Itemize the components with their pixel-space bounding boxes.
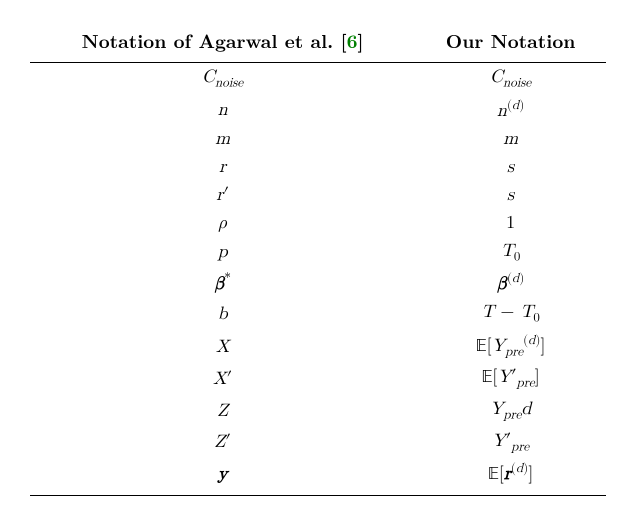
cite-close: ]	[358, 26, 364, 54]
cell-left: X′	[30, 363, 415, 395]
cell-right: T0	[415, 237, 606, 269]
table-row: β*β(d)	[30, 268, 606, 298]
cell-left: ρ	[30, 209, 415, 237]
cell-left: n	[30, 95, 415, 125]
table-row: ρ1	[30, 209, 606, 237]
cell-left: y	[30, 458, 415, 496]
table-row: X′𝔼[Y′pre]	[30, 363, 606, 395]
cell-right: 𝔼[Y′pre]	[415, 363, 606, 395]
cell-left: β*	[30, 268, 415, 298]
header-row: Notation of Agarwal et al. [6] Our Notat…	[30, 20, 606, 63]
cell-right: T − T0	[415, 298, 606, 330]
table-row: r′s	[30, 181, 606, 209]
cell-right: s	[415, 181, 606, 209]
cell-left: Cnoise	[30, 63, 415, 95]
table-row: CnoiseCnoise	[30, 63, 606, 95]
cell-left: Z′	[30, 427, 415, 459]
cell-right: Ypred	[415, 395, 606, 427]
table-row: pT0	[30, 237, 606, 269]
cell-left: Z	[30, 395, 415, 427]
cell-left: b	[30, 298, 415, 330]
cell-left: r′	[30, 181, 415, 209]
citation-number: 6	[347, 26, 358, 54]
notation-table: Notation of Agarwal et al. [6] Our Notat…	[30, 20, 606, 496]
header-col-2: Our Notation	[415, 20, 606, 63]
cell-left: p	[30, 237, 415, 269]
header-col-1-text: Notation of Agarwal et al.	[82, 26, 341, 54]
cell-right: s	[415, 153, 606, 181]
table-row: nn(d)	[30, 95, 606, 125]
cell-right: n(d)	[415, 95, 606, 125]
cell-right: 𝔼[Ypre(d)]	[415, 330, 606, 364]
cell-right: m	[415, 125, 606, 153]
cell-left: r	[30, 153, 415, 181]
cell-right: Cnoise	[415, 63, 606, 95]
table-row: X𝔼[Ypre(d)]	[30, 330, 606, 364]
cell-right: 1	[415, 209, 606, 237]
cell-right: 𝔼[r(d)]	[415, 458, 606, 496]
table-body: CnoiseCnoisenn(d)mmrsr′sρ1pT0β*β(d)bT − …	[30, 63, 606, 496]
cell-left: X	[30, 330, 415, 364]
table-row: bT − T0	[30, 298, 606, 330]
header-col-1: Notation of Agarwal et al. [6]	[30, 20, 415, 63]
table-row: ZYpred	[30, 395, 606, 427]
table-row: rs	[30, 153, 606, 181]
table-row: Z′Y′pre	[30, 427, 606, 459]
cell-right: β(d)	[415, 268, 606, 298]
table-row: y𝔼[r(d)]	[30, 458, 606, 496]
table-row: mm	[30, 125, 606, 153]
cell-right: Y′pre	[415, 427, 606, 459]
cell-left: m	[30, 125, 415, 153]
